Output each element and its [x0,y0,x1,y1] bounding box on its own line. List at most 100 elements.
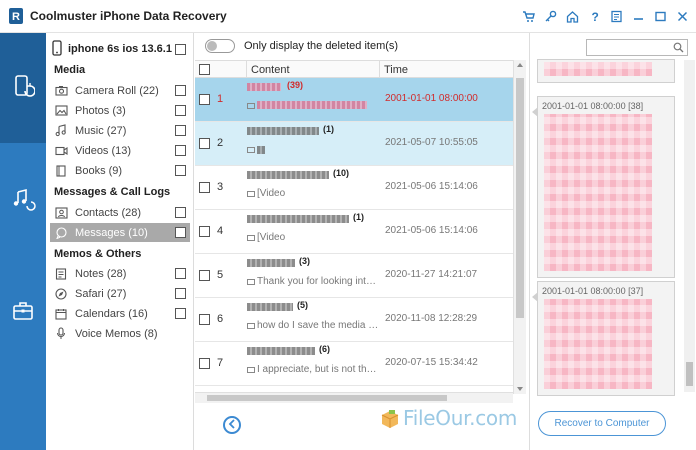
deleted-filter-row: Only display the deleted item(s) [195,33,529,59]
column-header-content[interactable]: Content [251,64,290,76]
category-checkbox[interactable] [175,85,186,96]
category-camera-roll[interactable]: Camera Roll (22) [50,81,190,100]
message-rows: 1 (39) 2001-01-01 08:00:00 2 (1) 2021-05… [195,78,513,394]
category-checkbox[interactable] [175,125,186,136]
sender-redacted [247,171,329,179]
category-panel: iphone 6s ios 13.6.1 Media Camera Roll (… [46,33,194,450]
category-label: Music [75,124,104,137]
message-timestamp: 2001-01-01 08:00:00 [38] [542,101,644,111]
back-button[interactable] [223,416,241,434]
category-photos[interactable]: Photos (3) [50,101,190,120]
row-checkbox[interactable] [199,314,210,325]
row-number: 6 [217,313,224,325]
list-header: Content Time [195,60,513,78]
scroll-down-icon[interactable] [517,387,523,391]
nav-device-recovery[interactable] [0,33,46,143]
row-checkbox[interactable] [199,226,210,237]
category-checkbox[interactable] [175,288,186,299]
conversation-preview-pane: 2001-01-01 08:00:00 [38] 2001-01-01 08:0… [529,33,696,450]
category-notes[interactable]: Notes (28) [50,264,190,283]
category-label: Contacts [75,206,119,219]
category-voice-memos[interactable]: Voice Memos (8) [50,324,190,343]
sender-redacted [247,83,281,91]
envelope-icon [247,191,255,197]
list-horizontal-scrollbar[interactable] [195,392,513,403]
message-icon [54,226,68,240]
category-videos[interactable]: Videos (13) [50,141,190,160]
phone-recovery-icon [11,74,36,103]
key-icon[interactable] [542,8,558,24]
message-count: (10) [333,168,350,178]
table-row[interactable]: 3 (10) [Video 2021-05-06 15:14:06 [195,166,513,210]
row-checkbox[interactable] [199,270,210,281]
category-books[interactable]: Books (9) [50,161,190,180]
row-checkbox[interactable] [199,94,210,105]
device-checkbox[interactable] [175,44,186,55]
search-input[interactable] [586,39,688,56]
category-safari[interactable]: Safari (27) [50,284,190,303]
column-header-time[interactable]: Time [384,64,408,76]
category-checkbox[interactable] [175,227,186,238]
chevron-left-icon [228,418,236,432]
category-music[interactable]: Music (27) [50,121,190,140]
category-count: (8) [144,327,158,340]
help-icon[interactable]: ? [586,8,602,24]
table-row[interactable]: 1 (39) 2001-01-01 08:00:00 [195,78,513,122]
category-checkbox[interactable] [175,145,186,156]
row-checkbox[interactable] [199,358,210,369]
category-label: Videos [75,144,109,157]
preview-scrollbar[interactable] [684,60,695,392]
scroll-up-icon[interactable] [517,63,523,67]
search-icon[interactable] [673,42,684,56]
category-count: (22) [139,84,159,97]
envelope-icon [247,235,255,241]
message-preview: how do I save the media in... [257,320,379,331]
category-count: (9) [108,164,123,177]
device-row[interactable]: iphone 6s ios 13.6.1 [52,39,192,59]
row-time: 2021-05-06 15:14:06 [385,181,478,192]
category-checkbox[interactable] [175,165,186,176]
message-preview: Thank you for looking into t... [257,276,379,287]
table-row[interactable]: 6 (5) how do I save the media in... 2020… [195,298,513,342]
envelope-icon [247,103,255,109]
home-icon[interactable] [564,8,580,24]
category-checkbox[interactable] [175,105,186,116]
app-logo-icon: R [8,7,24,25]
category-checkbox[interactable] [175,207,186,218]
category-messages[interactable]: Messages (10) [50,223,190,242]
table-row[interactable]: 4 (1) [Video 2021-05-06 15:14:06 [195,210,513,254]
calendar-icon [54,307,68,321]
list-vertical-scrollbar[interactable] [513,60,526,394]
row-checkbox[interactable] [199,138,210,149]
minimize-icon[interactable] [630,8,646,24]
category-contacts[interactable]: Contacts (28) [50,203,190,222]
select-all-checkbox[interactable] [199,64,210,75]
category-count: (28) [121,206,142,219]
close-icon[interactable] [674,8,690,24]
row-checkbox[interactable] [199,182,210,193]
category-checkbox[interactable] [175,308,186,319]
table-row[interactable]: 5 (3) Thank you for looking into t... 20… [195,254,513,298]
recover-to-computer-button[interactable]: Recover to Computer [538,411,666,436]
maximize-icon[interactable] [652,8,668,24]
section-memos-others: Memos & Others [54,248,142,260]
nav-itunes-recovery[interactable] [0,145,46,255]
message-preview: [Video [257,188,286,199]
category-calendars[interactable]: Calendars (16) [50,304,190,323]
preview-redacted [257,146,265,154]
message-count: (1) [353,212,364,222]
feedback-icon[interactable] [608,8,624,24]
table-row[interactable]: 2 (1) 2021-05-07 10:55:05 [195,122,513,166]
deleted-only-toggle[interactable] [205,39,235,53]
scrollbar-thumb[interactable] [686,362,693,386]
scrollbar-thumb[interactable] [516,78,524,318]
scrollbar-thumb[interactable] [207,395,447,401]
message-content-redacted [544,62,652,76]
table-row[interactable]: 7 (6) I appreciate, but is not the ... 2… [195,342,513,386]
nav-toolbox[interactable] [0,257,46,367]
app-title: Coolmuster iPhone Data Recovery [30,9,227,23]
phone-icon [52,39,62,59]
cart-icon[interactable] [520,8,536,24]
category-checkbox[interactable] [175,268,186,279]
music-recovery-icon [10,186,36,215]
